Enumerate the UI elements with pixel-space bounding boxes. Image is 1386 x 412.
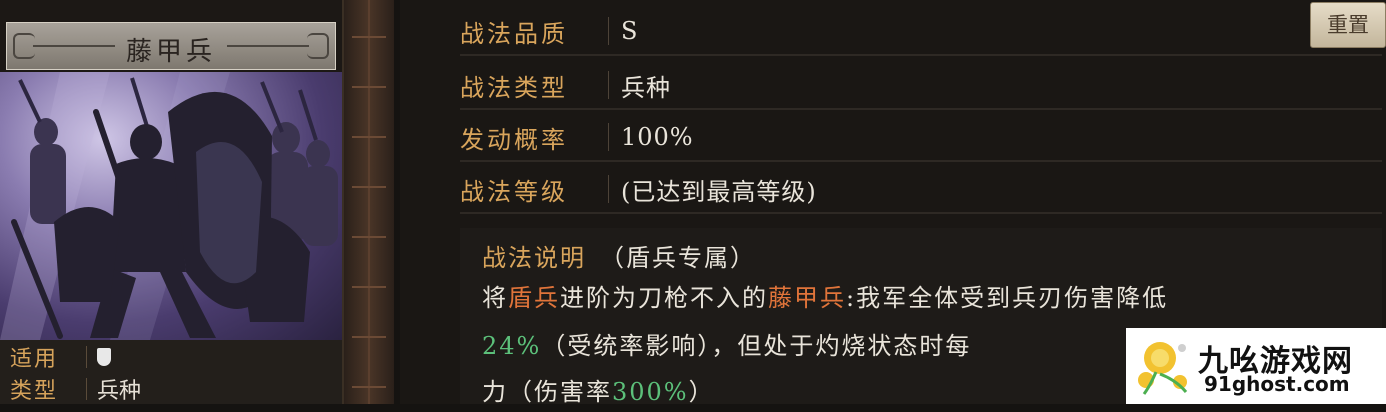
- card-info: 适用 类型 兵种: [0, 340, 342, 404]
- watermark-url: 91ghost.com: [1204, 372, 1350, 396]
- desc-note: （盾兵专属）: [600, 244, 756, 272]
- card-title: 藤甲兵: [125, 37, 216, 67]
- reset-button[interactable]: 重置: [1310, 2, 1386, 48]
- dandelion-logo-icon: [1138, 342, 1188, 395]
- rate-label: 发动概率: [460, 125, 568, 154]
- highlight-damage-reduction: 24%: [482, 332, 542, 360]
- quality-value: S: [621, 17, 639, 45]
- applicable-row: 适用: [10, 343, 111, 372]
- site-watermark: 九吆游戏网 91ghost.com: [1126, 328, 1386, 404]
- attr-row-type: 战法类型 兵种: [460, 62, 1382, 110]
- highlight-shield-troops: 盾兵: [508, 284, 560, 312]
- unit-portrait: [0, 72, 342, 340]
- unit-card: 藤甲兵 适用 类型 兵种: [0, 0, 344, 404]
- attr-row-quality: 战法品质 S: [460, 8, 1382, 56]
- rate-value: 100%: [621, 123, 694, 151]
- quality-label: 战法品质: [460, 19, 568, 48]
- type-value: 兵种: [621, 73, 671, 102]
- attr-row-rate: 发动概率 100%: [460, 114, 1382, 162]
- type-row: 类型 兵种: [10, 375, 142, 404]
- soldiers-silhouette-art: [0, 72, 338, 340]
- level-label: 战法等级: [460, 177, 568, 206]
- card-title-bar: 藤甲兵: [6, 22, 336, 70]
- applicable-label: 适用: [10, 347, 59, 372]
- level-value: (已达到最高等级): [621, 177, 817, 206]
- type-label: 战法类型: [460, 73, 568, 102]
- desc-label: 战法说明: [482, 244, 586, 272]
- type-label: 类型: [10, 379, 59, 404]
- attr-row-level: 战法等级 (已达到最高等级): [460, 166, 1382, 214]
- highlight-damage-rate: 300%: [612, 378, 689, 406]
- shield-icon: [97, 348, 111, 366]
- type-value: 兵种: [97, 379, 142, 404]
- desc-header: 战法说明 （盾兵专属）: [482, 238, 756, 278]
- desc-line-1: 将盾兵进阶为刀枪不入的藤甲兵:我军全体受到兵刃伤害降低: [482, 284, 1169, 312]
- desc-line-2: 24%（受统率影响），但处于灼烧状态时每: [482, 332, 972, 360]
- divider-spine: [344, 0, 394, 404]
- highlight-rattan-troops: 藤甲兵: [768, 284, 846, 312]
- desc-line-3: 力（伤害率300%）: [482, 378, 715, 406]
